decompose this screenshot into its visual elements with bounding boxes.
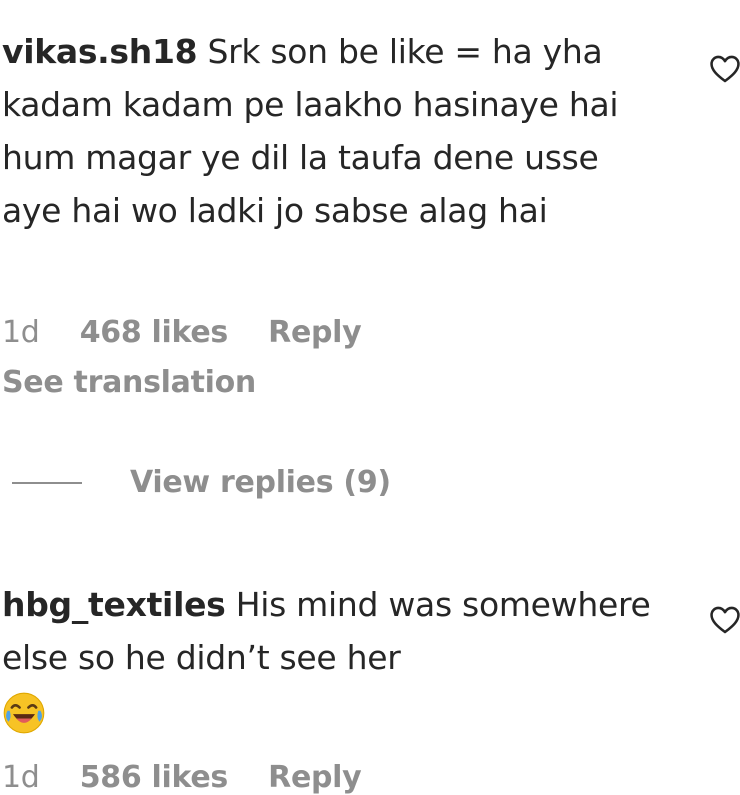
face-with-tears-of-joy-emoji	[3, 692, 45, 733]
comment-username[interactable]: hbg_textiles	[2, 585, 226, 624]
see-translation-link[interactable]: See translation	[2, 365, 256, 400]
replies-divider-line	[12, 481, 82, 484]
comment-username[interactable]: vikas.sh18	[2, 32, 198, 71]
comment-likes[interactable]: 468 likes	[80, 315, 229, 350]
view-replies-label: View replies (9)	[130, 465, 391, 500]
comment-meta: 1d 468 likes Reply	[2, 315, 391, 350]
view-replies-button[interactable]: View replies (9)	[12, 465, 391, 500]
comment-time: 1d	[2, 315, 40, 350]
heart-outline-icon[interactable]	[708, 52, 740, 86]
comment-body: vikas.sh18 Srk son be like = ha yha kada…	[2, 25, 662, 237]
comment-body: hbg_textiles His mind was somewhere else…	[2, 578, 662, 737]
reply-button[interactable]: Reply	[268, 315, 362, 350]
heart-outline-icon[interactable]	[708, 603, 740, 637]
